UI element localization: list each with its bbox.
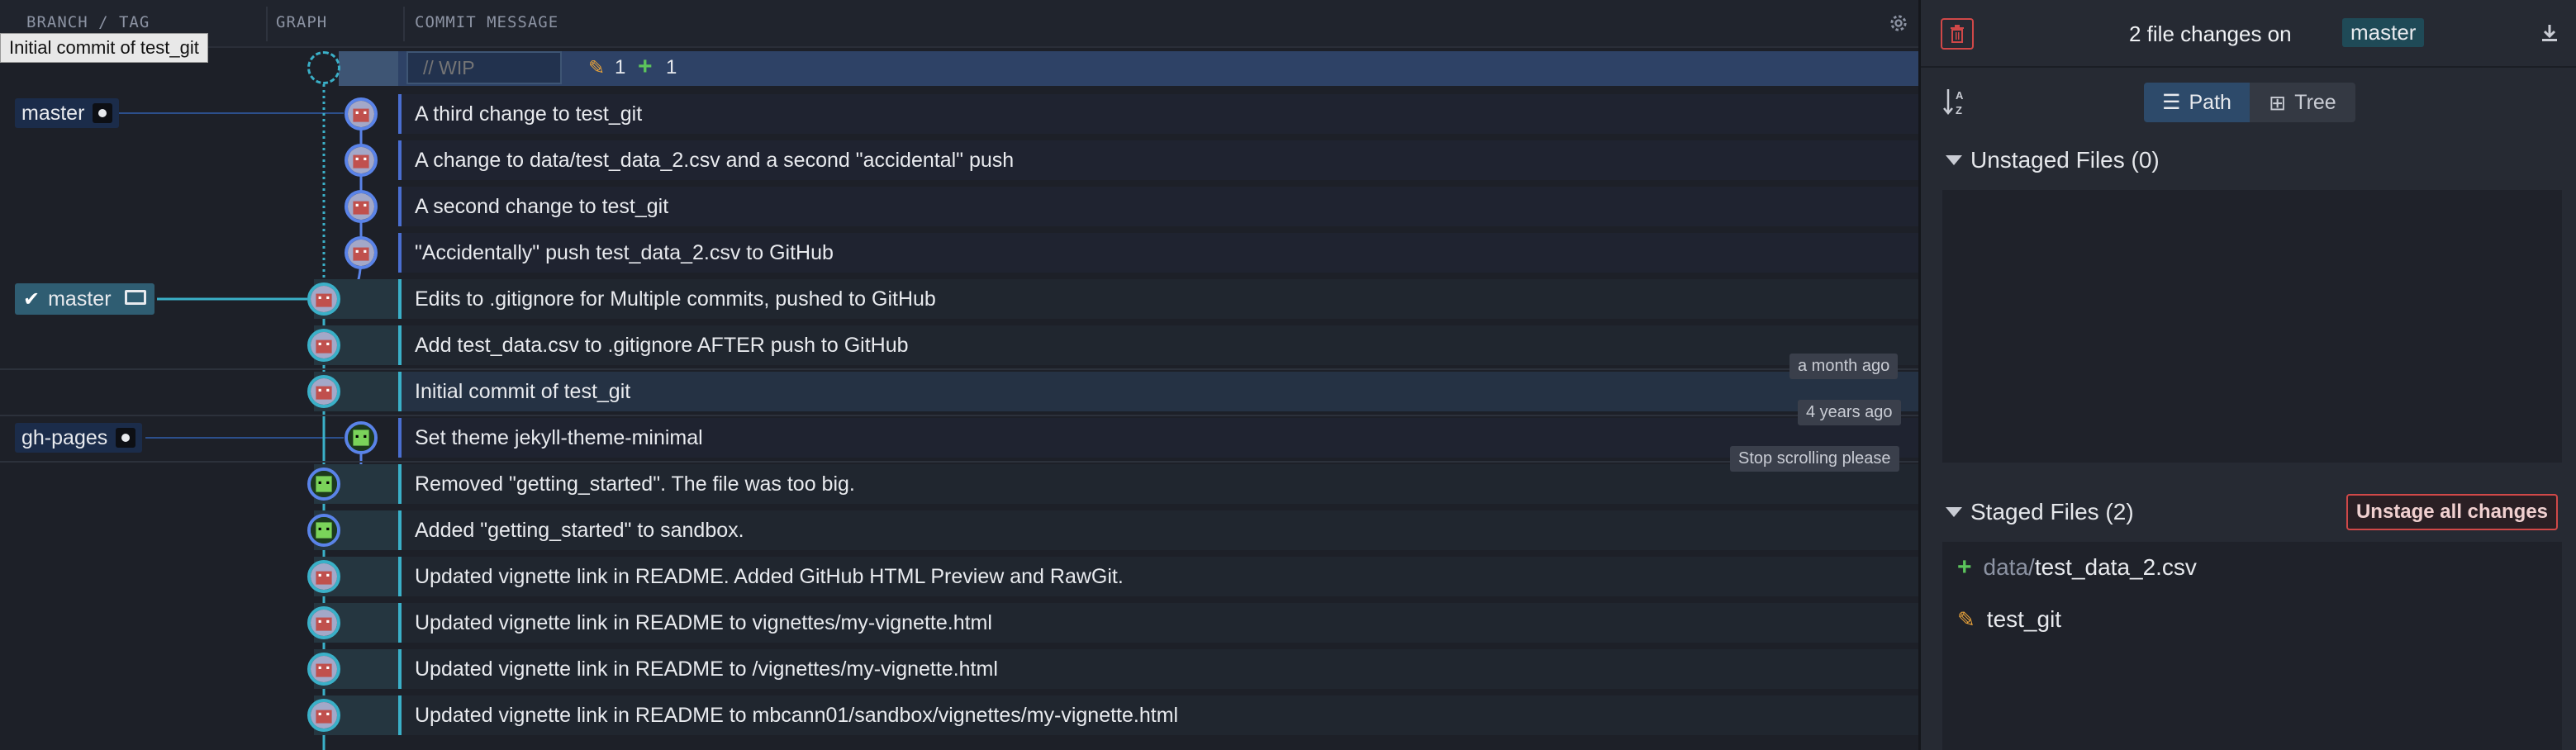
commit-message: "Accidentally" push test_data_2.csv to G… xyxy=(415,241,834,264)
path-view-button[interactable]: ☰ Path xyxy=(2144,83,2250,122)
file-modified-icon: ✎ xyxy=(1957,606,1975,632)
commit-message: A second change to test_git xyxy=(415,195,669,218)
caret-down-icon xyxy=(1946,507,1962,517)
author-avatar-icon xyxy=(307,560,340,593)
unstaged-section-toggle[interactable]: Unstaged Files (0) xyxy=(1946,147,2160,173)
added-count: 1 xyxy=(666,56,677,78)
staged-files-list: + data/test_data_2.csv ✎ test_git xyxy=(1942,542,2562,750)
commit-graph-panel: BRANCH / TAG GRAPH COMMIT MESSAGE Initia… xyxy=(0,0,1918,750)
path-view-label: Path xyxy=(2189,90,2231,114)
file-name: test_data_2.csv xyxy=(2034,554,2197,580)
wip-highlight xyxy=(339,51,1918,86)
plus-icon: + xyxy=(638,53,653,80)
commit-row[interactable]: Set theme jekyll-theme-minimal xyxy=(0,415,1918,461)
author-avatar-icon xyxy=(307,282,340,316)
commit-details-panel: 2 file changes on master A Z ☰ Path ⊞ Tr… xyxy=(1918,0,2576,750)
commit-row[interactable]: Updated vignette link in README. Added G… xyxy=(0,553,1918,600)
commit-row[interactable]: Edits to .gitignore for Multiple commits… xyxy=(0,276,1918,322)
commit-row[interactable]: Added "getting_started" to sandbox. xyxy=(0,507,1918,553)
file-changes-summary: 2 file changes on xyxy=(2129,21,2292,46)
unstaged-files-list xyxy=(1942,190,2562,463)
staged-file-item[interactable]: ✎ test_git xyxy=(1957,606,2061,633)
relative-time-label: a month ago xyxy=(1789,354,1899,379)
wip-message-input[interactable] xyxy=(406,51,562,84)
commit-row[interactable]: A third change to test_git xyxy=(0,91,1918,137)
commit-message: A change to data/test_data_2.csv and a s… xyxy=(415,149,1015,172)
commit-row[interactable]: Updated vignette link in README to /vign… xyxy=(0,646,1918,692)
pencil-icon: ✎ xyxy=(588,57,606,79)
author-avatar-icon xyxy=(345,190,378,223)
commit-row[interactable]: Updated vignette link in README to vigne… xyxy=(0,600,1918,646)
commit-row[interactable]: "Accidentally" push test_data_2.csv to G… xyxy=(0,230,1918,276)
sort-alpha-icon[interactable]: A Z xyxy=(1942,86,1970,117)
commit-row[interactable]: Add test_data.csv to .gitignore AFTER pu… xyxy=(0,322,1918,368)
commit-message: Updated vignette link in README. Added G… xyxy=(415,565,1124,588)
commit-message: Add test_data.csv to .gitignore AFTER pu… xyxy=(415,334,909,357)
commit-row[interactable]: A second change to test_git xyxy=(0,183,1918,230)
commit-message: Initial commit of test_git xyxy=(415,380,631,403)
author-avatar-icon xyxy=(307,468,340,501)
commit-row[interactable]: A change to data/test_data_2.csv and a s… xyxy=(0,137,1918,183)
wip-graph-cell xyxy=(339,51,398,86)
author-avatar-icon xyxy=(307,375,340,408)
staged-section-toggle[interactable]: Staged Files (2) xyxy=(1946,499,2134,525)
author-avatar-icon xyxy=(307,699,340,732)
tree-view-label: Tree xyxy=(2294,90,2336,114)
commit-row[interactable]: Updated vignette link in README to mbcan… xyxy=(0,692,1918,738)
file-name: test_git xyxy=(1986,606,2062,632)
author-avatar-icon xyxy=(307,653,340,686)
wip-row[interactable]: ✎ 1 + 1 xyxy=(0,45,1918,91)
unstaged-files-title: Unstaged Files (0) xyxy=(1970,147,2160,173)
branch-badge: master xyxy=(2342,18,2425,47)
author-avatar-icon xyxy=(307,606,340,639)
author-avatar-icon xyxy=(345,144,378,177)
svg-text:Z: Z xyxy=(1956,104,1962,116)
staged-file-item[interactable]: + data/test_data_2.csv xyxy=(1957,553,2197,581)
author-avatar-icon xyxy=(345,421,378,454)
unstage-all-button[interactable]: Unstage all changes xyxy=(2346,494,2558,530)
relative-time-label: 4 years ago xyxy=(1798,400,1901,425)
commit-message: Updated vignette link in README to vigne… xyxy=(415,611,992,634)
commit-message: A third change to test_git xyxy=(415,102,643,126)
commit-message: Removed "getting_started". The file was … xyxy=(415,472,855,496)
caret-down-icon xyxy=(1946,155,1962,165)
author-avatar-icon xyxy=(345,97,378,131)
commit-row-selected[interactable]: Initial commit of test_git xyxy=(0,368,1918,415)
commit-row[interactable]: Removed "getting_started". The file was … xyxy=(0,461,1918,507)
details-header: 2 file changes on master xyxy=(1921,0,2576,68)
discard-changes-button[interactable] xyxy=(1941,18,1974,50)
scroll-hint-label: Stop scrolling please xyxy=(1730,446,1899,472)
staged-files-title: Staged Files (2) xyxy=(1970,499,2134,525)
author-avatar-icon xyxy=(307,329,340,362)
list-icon: ☰ xyxy=(2162,91,2181,114)
file-dir: data/ xyxy=(1983,554,2035,580)
commit-tooltip: Initial commit of test_git xyxy=(0,33,208,63)
svg-text:A: A xyxy=(1956,89,1964,102)
commit-message: Updated vignette link in README to mbcan… xyxy=(415,704,1179,727)
commit-message: Edits to .gitignore for Multiple commits… xyxy=(415,287,936,311)
author-avatar-icon xyxy=(307,514,340,547)
commit-message: Updated vignette link in README to /vign… xyxy=(415,657,998,681)
commit-message: Added "getting_started" to sandbox. xyxy=(415,519,744,542)
trash-icon xyxy=(1951,25,1964,43)
download-icon[interactable] xyxy=(2540,23,2559,43)
wip-node-icon[interactable] xyxy=(307,51,340,84)
modified-count: 1 xyxy=(615,56,626,78)
author-avatar-icon xyxy=(345,236,378,269)
file-added-icon: + xyxy=(1957,553,1972,581)
commit-message: Set theme jekyll-theme-minimal xyxy=(415,426,703,449)
tree-icon: ⊞ xyxy=(2269,90,2287,115)
tree-view-button[interactable]: ⊞ Tree xyxy=(2250,83,2355,122)
